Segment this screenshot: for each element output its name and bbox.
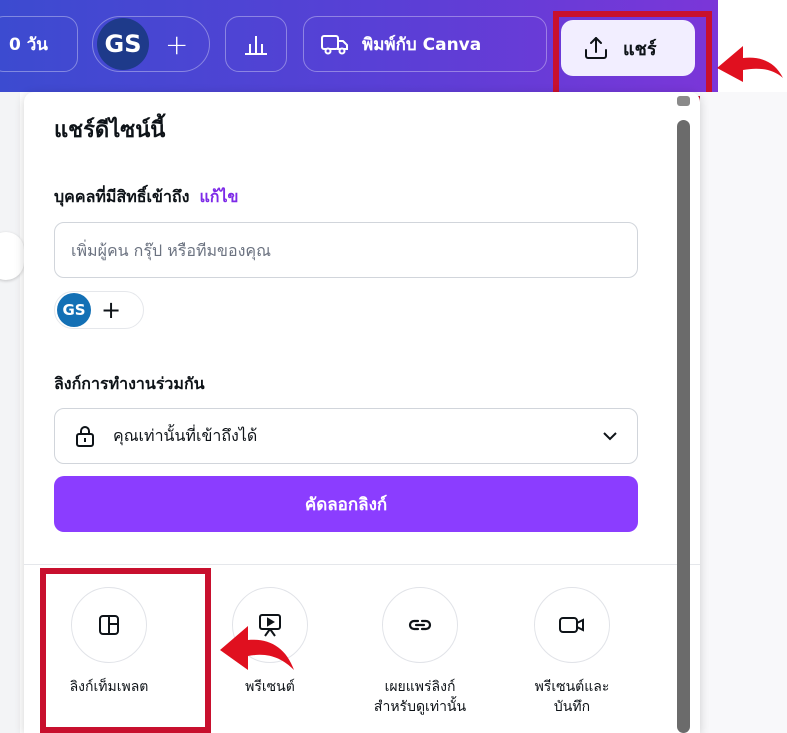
share-highlight-box: [553, 11, 712, 102]
avatar: GS: [57, 293, 91, 327]
bar-chart-icon: [245, 36, 267, 55]
print-with-canva-button[interactable]: พิมพ์กับ Canva: [303, 16, 547, 72]
panel-title: แชร์ดีไซน์นี้: [54, 118, 166, 143]
template-highlight-box: [40, 568, 211, 733]
add-people-input[interactable]: [54, 222, 638, 278]
red-arrow-template-icon: [220, 626, 294, 670]
copy-link-button[interactable]: คัดลอกลิงก์: [54, 476, 638, 532]
print-label: พิมพ์กับ Canva: [362, 34, 482, 55]
present-and-record-action[interactable]: พรีเซนต์และ บันทึก: [502, 587, 642, 717]
team-chip[interactable]: GS +: [54, 291, 144, 329]
collab-link-label: ลิงก์การทำงานร่วมกัน: [54, 374, 205, 393]
side-toggle[interactable]: [0, 232, 24, 280]
insights-button[interactable]: [225, 16, 287, 72]
panel-scrollbar[interactable]: [677, 120, 690, 733]
lock-icon: [73, 424, 97, 448]
add-member-icon: +: [165, 27, 189, 61]
divider: [24, 564, 700, 565]
trial-badge[interactable]: 0 วัน: [0, 16, 78, 72]
editor-right-area: [700, 92, 787, 733]
action-label: เผยแพร่ลิงก์ สำหรับดูเท่านั้น: [373, 679, 467, 715]
chevron-down-icon: [601, 430, 619, 442]
people-access-label: บุคคลที่มีสิทธิ์เข้าถึง แก้ไข: [54, 185, 238, 210]
link-access-dropdown[interactable]: คุณเท่านั้นที่เข้าถึงได้: [54, 408, 638, 464]
public-view-link-action[interactable]: เผยแพร่ลิงก์ สำหรับดูเท่านั้น: [350, 587, 490, 717]
scrollbar-arrow[interactable]: [677, 96, 690, 106]
edit-access-link[interactable]: แก้ไข: [199, 187, 238, 206]
avatar: GS: [97, 18, 149, 70]
people-access-text: บุคคลที่มีสิทธิ์เข้าถึง: [54, 187, 190, 206]
video-camera-icon: [534, 587, 610, 663]
link-access-value: คุณเท่านั้นที่เข้าถึงได้: [113, 425, 258, 445]
action-label: พรีเซนต์และ บันทึก: [534, 679, 610, 715]
red-arrow-share-icon: [717, 46, 783, 82]
link-icon: [382, 587, 458, 663]
editor-canvas-area: [0, 92, 20, 733]
add-icon: +: [101, 296, 122, 324]
team-members-button[interactable]: GS +: [92, 16, 210, 72]
truck-icon: [321, 35, 348, 55]
action-label: พรีเซนต์: [245, 679, 295, 695]
trial-text: 0 วัน: [9, 34, 48, 55]
